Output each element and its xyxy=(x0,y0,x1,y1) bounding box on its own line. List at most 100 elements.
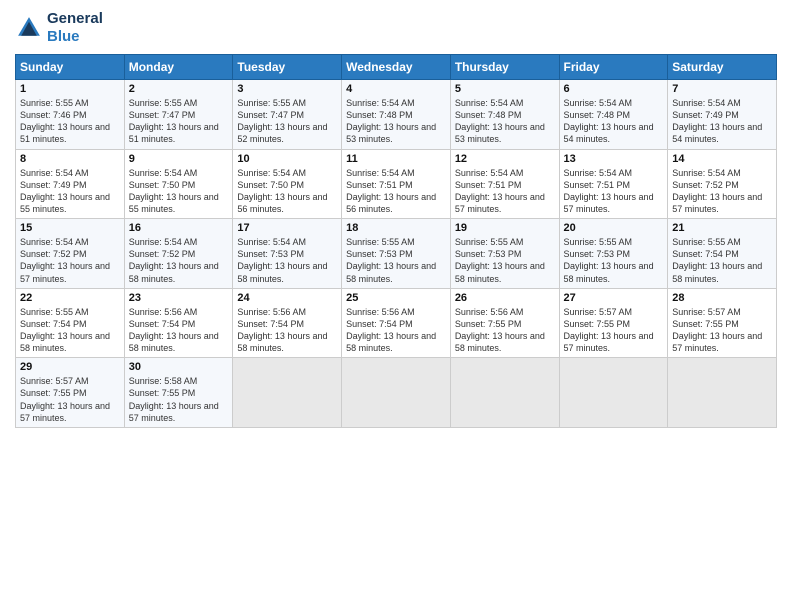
calendar-day-cell xyxy=(668,358,777,428)
day-number: 22 xyxy=(20,292,120,304)
calendar-day-cell: 6 Sunrise: 5:54 AMSunset: 7:48 PMDaylight… xyxy=(559,80,668,150)
header-day: Friday xyxy=(559,55,668,80)
day-info: Sunrise: 5:55 AMSunset: 7:46 PMDaylight:… xyxy=(20,97,120,146)
day-info: Sunrise: 5:55 AMSunset: 7:53 PMDaylight:… xyxy=(564,236,664,285)
day-info: Sunrise: 5:54 AMSunset: 7:50 PMDaylight:… xyxy=(129,167,229,216)
calendar-day-cell: 13 Sunrise: 5:54 AMSunset: 7:51 PMDayligh… xyxy=(559,149,668,219)
day-number: 25 xyxy=(346,292,446,304)
calendar-day-cell: 27 Sunrise: 5:57 AMSunset: 7:55 PMDayligh… xyxy=(559,288,668,358)
calendar-table: SundayMondayTuesdayWednesdayThursdayFrid… xyxy=(15,54,777,428)
calendar-week-row: 15 Sunrise: 5:54 AMSunset: 7:52 PMDayligh… xyxy=(16,219,777,289)
day-info: Sunrise: 5:54 AMSunset: 7:52 PMDaylight:… xyxy=(20,236,120,285)
calendar-day-cell: 3 Sunrise: 5:55 AMSunset: 7:47 PMDaylight… xyxy=(233,80,342,150)
day-number: 23 xyxy=(129,292,229,304)
calendar-day-cell: 1Sunrise: 5:55 AMSunset: 7:46 PMDaylight… xyxy=(16,80,125,150)
calendar-day-cell: 2 Sunrise: 5:55 AMSunset: 7:47 PMDaylight… xyxy=(124,80,233,150)
calendar-day-cell: 25 Sunrise: 5:56 AMSunset: 7:54 PMDayligh… xyxy=(342,288,451,358)
calendar-day-cell: 15 Sunrise: 5:54 AMSunset: 7:52 PMDayligh… xyxy=(16,219,125,289)
calendar-day-cell: 18 Sunrise: 5:55 AMSunset: 7:53 PMDayligh… xyxy=(342,219,451,289)
calendar-week-row: 1Sunrise: 5:55 AMSunset: 7:46 PMDaylight… xyxy=(16,80,777,150)
day-number: 2 xyxy=(129,83,229,95)
day-info: Sunrise: 5:54 AMSunset: 7:48 PMDaylight:… xyxy=(346,97,446,146)
day-info: Sunrise: 5:54 AMSunset: 7:52 PMDaylight:… xyxy=(672,167,772,216)
day-info: Sunrise: 5:56 AMSunset: 7:55 PMDaylight:… xyxy=(455,306,555,355)
logo-text-general: General xyxy=(47,10,103,28)
day-number: 29 xyxy=(20,361,120,373)
calendar-day-cell: 16 Sunrise: 5:54 AMSunset: 7:52 PMDayligh… xyxy=(124,219,233,289)
day-number: 3 xyxy=(237,83,337,95)
day-number: 6 xyxy=(564,83,664,95)
day-number: 30 xyxy=(129,361,229,373)
calendar-day-cell: 19Sunrise: 5:55 AMSunset: 7:53 PMDayligh… xyxy=(450,219,559,289)
day-number: 26 xyxy=(455,292,555,304)
day-info: Sunrise: 5:57 AMSunset: 7:55 PMDaylight:… xyxy=(20,375,120,424)
day-info: Sunrise: 5:54 AMSunset: 7:49 PMDaylight:… xyxy=(20,167,120,216)
day-info: Sunrise: 5:55 AMSunset: 7:53 PMDaylight:… xyxy=(346,236,446,285)
logo: General Blue xyxy=(15,10,103,46)
calendar-day-cell: 17Sunrise: 5:54 AMSunset: 7:53 PMDayligh… xyxy=(233,219,342,289)
calendar-day-cell: 7 Sunrise: 5:54 AMSunset: 7:49 PMDaylight… xyxy=(668,80,777,150)
calendar-day-cell: 26 Sunrise: 5:56 AMSunset: 7:55 PMDayligh… xyxy=(450,288,559,358)
logo-text-blue: Blue xyxy=(47,28,103,46)
calendar-day-cell: 20 Sunrise: 5:55 AMSunset: 7:53 PMDayligh… xyxy=(559,219,668,289)
header-day: Sunday xyxy=(16,55,125,80)
calendar-body: 1Sunrise: 5:55 AMSunset: 7:46 PMDaylight… xyxy=(16,80,777,428)
calendar-day-cell: 8Sunrise: 5:54 AMSunset: 7:49 PMDaylight… xyxy=(16,149,125,219)
day-info: Sunrise: 5:55 AMSunset: 7:47 PMDaylight:… xyxy=(129,97,229,146)
calendar-day-cell: 30 Sunrise: 5:58 AMSunset: 7:55 PMDayligh… xyxy=(124,358,233,428)
day-number: 17 xyxy=(237,222,337,234)
header-day: Saturday xyxy=(668,55,777,80)
header: General Blue xyxy=(15,10,777,46)
day-number: 9 xyxy=(129,153,229,165)
day-number: 21 xyxy=(672,222,772,234)
calendar-day-cell: 9 Sunrise: 5:54 AMSunset: 7:50 PMDaylight… xyxy=(124,149,233,219)
day-info: Sunrise: 5:56 AMSunset: 7:54 PMDaylight:… xyxy=(129,306,229,355)
calendar-day-cell: 10Sunrise: 5:54 AMSunset: 7:50 PMDayligh… xyxy=(233,149,342,219)
day-info: Sunrise: 5:54 AMSunset: 7:49 PMDaylight:… xyxy=(672,97,772,146)
day-number: 12 xyxy=(455,153,555,165)
calendar-day-cell xyxy=(559,358,668,428)
day-info: Sunrise: 5:56 AMSunset: 7:54 PMDaylight:… xyxy=(237,306,337,355)
day-info: Sunrise: 5:55 AMSunset: 7:54 PMDaylight:… xyxy=(20,306,120,355)
day-number: 10 xyxy=(237,153,337,165)
calendar-week-row: 29 Sunrise: 5:57 AMSunset: 7:55 PMDayligh… xyxy=(16,358,777,428)
calendar-week-row: 8Sunrise: 5:54 AMSunset: 7:49 PMDaylight… xyxy=(16,149,777,219)
calendar-day-cell: 23 Sunrise: 5:56 AMSunset: 7:54 PMDayligh… xyxy=(124,288,233,358)
day-info: Sunrise: 5:54 AMSunset: 7:51 PMDaylight:… xyxy=(564,167,664,216)
day-number: 11 xyxy=(346,153,446,165)
day-info: Sunrise: 5:54 AMSunset: 7:51 PMDaylight:… xyxy=(346,167,446,216)
page-container: General Blue SundayMondayTuesdayWednesda… xyxy=(0,0,792,438)
day-info: Sunrise: 5:57 AMSunset: 7:55 PMDaylight:… xyxy=(564,306,664,355)
day-info: Sunrise: 5:55 AMSunset: 7:54 PMDaylight:… xyxy=(672,236,772,285)
day-number: 19 xyxy=(455,222,555,234)
calendar-day-cell: 11 Sunrise: 5:54 AMSunset: 7:51 PMDayligh… xyxy=(342,149,451,219)
day-number: 13 xyxy=(564,153,664,165)
calendar-day-cell: 21 Sunrise: 5:55 AMSunset: 7:54 PMDayligh… xyxy=(668,219,777,289)
day-info: Sunrise: 5:54 AMSunset: 7:52 PMDaylight:… xyxy=(129,236,229,285)
calendar-header-row: SundayMondayTuesdayWednesdayThursdayFrid… xyxy=(16,55,777,80)
day-number: 27 xyxy=(564,292,664,304)
day-info: Sunrise: 5:54 AMSunset: 7:48 PMDaylight:… xyxy=(564,97,664,146)
day-number: 28 xyxy=(672,292,772,304)
calendar-day-cell: 5 Sunrise: 5:54 AMSunset: 7:48 PMDaylight… xyxy=(450,80,559,150)
header-day: Tuesday xyxy=(233,55,342,80)
calendar-day-cell xyxy=(450,358,559,428)
calendar-day-cell: 24 Sunrise: 5:56 AMSunset: 7:54 PMDayligh… xyxy=(233,288,342,358)
day-info: Sunrise: 5:54 AMSunset: 7:48 PMDaylight:… xyxy=(455,97,555,146)
day-number: 24 xyxy=(237,292,337,304)
day-number: 5 xyxy=(455,83,555,95)
day-info: Sunrise: 5:55 AMSunset: 7:47 PMDaylight:… xyxy=(237,97,337,146)
calendar-day-cell xyxy=(342,358,451,428)
day-number: 15 xyxy=(20,222,120,234)
calendar-day-cell: 28Sunrise: 5:57 AMSunset: 7:55 PMDayligh… xyxy=(668,288,777,358)
day-number: 20 xyxy=(564,222,664,234)
day-info: Sunrise: 5:56 AMSunset: 7:54 PMDaylight:… xyxy=(346,306,446,355)
logo-icon xyxy=(15,14,43,42)
day-number: 18 xyxy=(346,222,446,234)
calendar-day-cell: 22 Sunrise: 5:55 AMSunset: 7:54 PMDayligh… xyxy=(16,288,125,358)
calendar-day-cell: 4Sunrise: 5:54 AMSunset: 7:48 PMDaylight… xyxy=(342,80,451,150)
day-number: 16 xyxy=(129,222,229,234)
day-number: 7 xyxy=(672,83,772,95)
calendar-week-row: 22 Sunrise: 5:55 AMSunset: 7:54 PMDayligh… xyxy=(16,288,777,358)
day-info: Sunrise: 5:58 AMSunset: 7:55 PMDaylight:… xyxy=(129,375,229,424)
